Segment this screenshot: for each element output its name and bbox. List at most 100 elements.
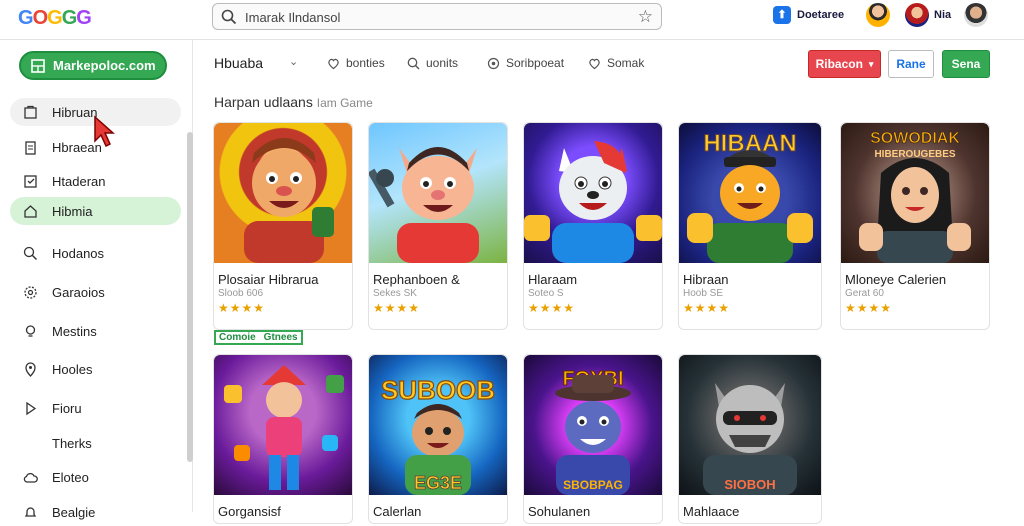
section-title-text: Harpan udlaans — [214, 94, 313, 110]
game-thumbnail: SIOBOH — [679, 355, 821, 495]
button-label: Sena — [951, 57, 981, 71]
sidebar-item-garaoios[interactable]: Garaoios — [10, 278, 181, 306]
bell-icon — [22, 504, 38, 520]
game-thumbnail: HIBAAN — [679, 123, 821, 263]
location-icon — [22, 361, 38, 377]
top-bar: GOGGG ☆ ⬆ Doetaree Nia — [0, 0, 1024, 40]
lightbulb-icon — [22, 323, 38, 339]
game-card[interactable]: SIOBOH Mahlaace — [678, 354, 822, 524]
game-card[interactable]: Plosaiar Hibrarua Sloob 606 ★★★★ — [213, 122, 353, 330]
game-card[interactable]: SOWODIAK HIBEROUGEBES Mloneye Calerien Ge… — [840, 122, 990, 330]
app-logo[interactable]: GOGGG — [18, 7, 92, 30]
sidebar-item-hooles[interactable]: Hooles — [10, 355, 181, 383]
game-thumbnail: SUBOOB EG3E — [369, 355, 507, 495]
sidebar-item-fioru[interactable]: Fioru — [10, 394, 181, 422]
game-subtitle: Gerat 60 — [845, 288, 884, 299]
heart-icon — [328, 58, 339, 69]
sidebar-item-therks[interactable]: Therks — [10, 429, 181, 457]
badge-label: Gtnees — [263, 332, 298, 343]
section-title: Harpan udlaans Iam Game — [214, 94, 373, 110]
svg-text:SUBOOB: SUBOOB — [381, 375, 495, 405]
sidebar-item-label: Fioru — [52, 400, 82, 416]
developer-label: Doetaree — [797, 9, 845, 21]
search-icon — [22, 245, 38, 261]
gear-icon — [22, 284, 38, 300]
tab-soribpoeat[interactable]: Soribpoeat — [487, 56, 564, 70]
clipboard-icon — [22, 139, 38, 155]
checklist-icon — [22, 173, 38, 189]
avatar[interactable] — [964, 3, 988, 27]
mouse-cursor-icon — [94, 115, 115, 148]
game-card[interactable]: HIBAAN Hibraan Hoob SE ★★★★ — [678, 122, 822, 330]
game-subtitle: Hoob SE — [683, 288, 724, 299]
avatar[interactable] — [866, 3, 890, 27]
tab-label: bonties — [346, 56, 385, 70]
game-thumbnail: SOWODIAK HIBEROUGEBES — [841, 123, 989, 263]
game-thumbnail: FOYBISBOBPAG — [524, 355, 662, 495]
chevron-down-icon: ▾ — [868, 58, 874, 69]
game-card[interactable]: Hlaraam Soteo S ★★★★ — [523, 122, 663, 330]
sidebar-item-label: Garaoios — [52, 284, 105, 300]
rating-stars: ★★★★ — [218, 301, 266, 315]
game-card[interactable]: SUBOOB EG3E Calerlan — [368, 354, 508, 524]
game-card[interactable]: Gorgansisf — [213, 354, 353, 524]
sidebar-item-label: Hooles — [52, 361, 93, 377]
sidebar-item-htaderan[interactable]: Htaderan — [10, 167, 181, 195]
sidebar-scrollbar[interactable] — [187, 132, 193, 462]
game-card[interactable]: Rephanboen & Sekes SK ★★★★ — [368, 122, 508, 330]
grid-icon — [31, 58, 45, 73]
sidebar-item-hibmia[interactable]: Hibmia — [10, 197, 181, 225]
sidebar-item-label: Hibmia — [52, 203, 93, 219]
marketplace-button[interactable]: Markepoloc.com — [19, 51, 167, 80]
tab-bonties[interactable]: bonties — [327, 56, 385, 70]
tab-somak[interactable]: Somak — [588, 56, 644, 70]
sidebar-item-label: Hodanos — [52, 245, 105, 261]
avatar[interactable] — [905, 3, 929, 27]
sidebar-item-bealgie[interactable]: Bealgie — [10, 498, 181, 526]
sidebar: Markepoloc.com Hibruan Hbraean Htaderan … — [0, 40, 193, 520]
tab-label: Soribpoeat — [506, 56, 565, 70]
search-icon — [221, 9, 237, 25]
search-bar[interactable]: ☆ — [212, 3, 662, 30]
game-thumbnail — [369, 123, 507, 263]
svg-text:EG3E: EG3E — [414, 473, 462, 493]
game-title: Mloneye Calerien — [845, 272, 947, 287]
house-icon — [22, 203, 38, 219]
sidebar-item-label: Eloteo — [52, 469, 89, 485]
rating-stars: ★★★★ — [683, 301, 731, 315]
sidebar-item-mestins[interactable]: Mestins — [10, 317, 181, 345]
rane-button[interactable]: Rane — [888, 50, 934, 78]
svg-text:SOWODIAK: SOWODIAK — [870, 130, 960, 147]
blank-icon — [22, 435, 38, 451]
tab-label: uonits — [426, 56, 459, 70]
sidebar-item-hodanos[interactable]: Hodanos — [10, 239, 181, 267]
sidebar-item-eloteo[interactable]: Eloteo — [10, 463, 181, 491]
game-thumbnail — [214, 355, 352, 495]
section-suffix: Iam Game — [316, 96, 373, 110]
game-title: Plosaiar Hibrarua — [218, 272, 319, 287]
game-subtitle: Sekes SK — [373, 288, 417, 299]
sidebar-item-label: Bealgie — [52, 504, 96, 520]
developer-menu[interactable]: ⬆ Doetaree — [773, 6, 844, 24]
chevron-down-icon[interactable]: ⌄ — [289, 55, 298, 68]
marketplace-button-label: Markepoloc.com — [53, 58, 156, 73]
cloud-icon — [22, 469, 38, 485]
svg-text:SIOBOH: SIOBOH — [724, 477, 775, 492]
settings-icon — [487, 57, 500, 69]
sena-button[interactable]: Sena — [942, 50, 990, 78]
game-subtitle: Soteo S — [528, 288, 564, 299]
shopping-bag-icon: ⬆ — [773, 6, 791, 24]
button-label: Ribacon — [815, 57, 863, 71]
tab-uonits[interactable]: uonits — [407, 56, 458, 70]
ribacon-button[interactable]: Ribacon ▾ — [808, 50, 881, 78]
sidebar-item-label: Therks — [52, 435, 92, 451]
toolbar-title: Hbuaba — [214, 55, 264, 71]
rating-stars: ★★★★ — [528, 301, 576, 315]
game-card[interactable]: FOYBISBOBPAG Sohulanen — [523, 354, 663, 524]
game-title: Hibraan — [683, 272, 729, 287]
game-title: Rephanboen & — [373, 272, 460, 287]
star-icon[interactable]: ☆ — [638, 7, 653, 27]
search-input[interactable] — [245, 8, 625, 26]
rating-stars: ★★★★ — [845, 301, 893, 315]
sidebar-item-label: Hibruan — [52, 104, 98, 120]
